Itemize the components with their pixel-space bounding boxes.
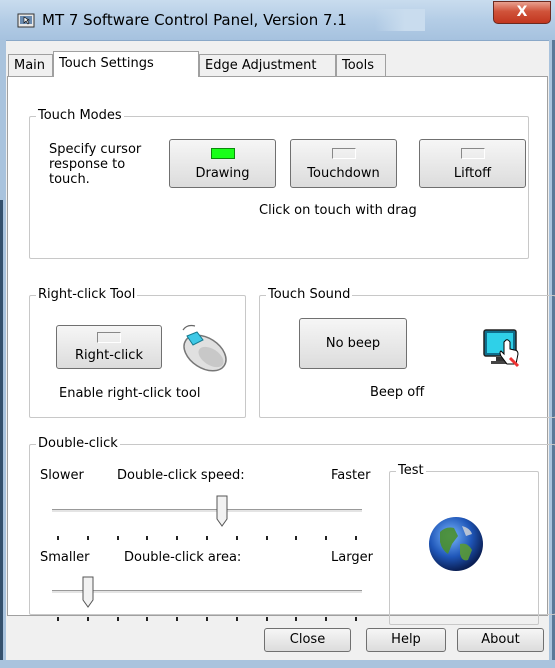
touch-mode-status: Click on touch with drag: [259, 203, 417, 218]
right-click-label: Right-click: [75, 348, 143, 363]
window-title: MT 7 Software Control Panel, Version 7.1: [42, 11, 347, 29]
slider-tick: [176, 536, 178, 540]
area-label: Double-click area:: [124, 550, 242, 565]
control-panel-window: MT 7 Software Control Panel, Version 7.1…: [0, 0, 555, 668]
touchdown-mode-button[interactable]: Touchdown: [290, 139, 397, 188]
test-group: Test: [389, 463, 539, 625]
slider-tick: [57, 617, 59, 621]
speed-min-label: Slower: [40, 468, 84, 483]
area-slider-ticks: [52, 617, 362, 621]
right-click-indicator: [97, 332, 121, 343]
about-button[interactable]: About: [457, 628, 544, 652]
slider-tick: [355, 617, 357, 621]
drawing-mode-button[interactable]: Drawing: [169, 139, 276, 188]
slider-tick: [117, 536, 119, 540]
right-click-status: Enable right-click tool: [59, 386, 201, 401]
right-click-tool-legend: Right-click Tool: [36, 287, 138, 302]
speed-slider-track[interactable]: [52, 509, 362, 513]
slider-tick: [146, 617, 148, 621]
area-min-label: Smaller: [40, 550, 90, 565]
tab-strip: Main Touch Settings Edge Adjustment Tool…: [6, 51, 549, 77]
slider-tick: [236, 617, 238, 621]
globe-icon[interactable]: [426, 514, 486, 574]
area-slider-track[interactable]: [52, 590, 362, 594]
touch-settings-panel: Touch Modes Specify cursor response to t…: [7, 76, 555, 625]
touchdown-label: Touchdown: [307, 166, 380, 181]
right-click-button[interactable]: Right-click: [56, 325, 162, 369]
speed-slider-ticks: [52, 536, 362, 540]
touch-modes-description: Specify cursor response to touch.: [49, 142, 142, 187]
no-beep-button[interactable]: No beep: [299, 318, 407, 369]
slider-tick: [236, 536, 238, 540]
touch-sound-status: Beep off: [370, 385, 425, 400]
window-frame-left-shadow: [0, 200, 3, 668]
speed-slider[interactable]: [52, 495, 362, 545]
client-area: Main Touch Settings Edge Adjustment Tool…: [6, 41, 555, 660]
slider-tick: [206, 536, 208, 540]
slider-tick: [87, 617, 89, 621]
double-click-group: Double-click Slower Double-click speed: …: [29, 436, 555, 625]
touch-sound-group: Touch Sound No beep Beep off: [259, 287, 555, 418]
slider-tick: [295, 536, 297, 540]
tab-edge-adjustment[interactable]: Edge Adjustment: [199, 54, 336, 76]
drawing-label: Drawing: [195, 166, 250, 181]
slider-tick: [176, 617, 178, 621]
window-close-button[interactable]: X: [493, 1, 551, 24]
title-fade: [375, 9, 425, 31]
drawing-indicator: [210, 148, 235, 159]
slider-tick: [266, 617, 268, 621]
title-bar[interactable]: MT 7 Software Control Panel, Version 7.1…: [0, 0, 555, 41]
liftoff-indicator: [460, 148, 485, 159]
slider-tick: [146, 536, 148, 540]
touch-sound-legend: Touch Sound: [266, 287, 353, 302]
touch-monitor-icon: [483, 329, 520, 368]
slider-tick: [87, 536, 89, 540]
area-slider[interactable]: [52, 576, 362, 622]
slider-tick: [325, 617, 327, 621]
slider-tick: [206, 617, 208, 621]
liftoff-mode-button[interactable]: Liftoff: [419, 139, 526, 188]
tab-tools[interactable]: Tools: [336, 54, 386, 76]
area-slider-thumb[interactable]: [82, 576, 94, 608]
slider-tick: [266, 536, 268, 540]
touchdown-indicator: [331, 148, 356, 159]
slider-tick: [295, 617, 297, 621]
double-click-legend: Double-click: [36, 436, 120, 451]
app-icon: [17, 13, 35, 28]
help-button[interactable]: Help: [366, 628, 446, 652]
touch-modes-legend: Touch Modes: [36, 108, 124, 123]
touch-modes-group: Touch Modes Specify cursor response to t…: [29, 108, 529, 259]
speed-max-label: Faster: [331, 468, 371, 483]
slider-tick: [355, 536, 357, 540]
slider-tick: [325, 536, 327, 540]
right-click-tool-group: Right-click Tool Right-click Enable righ…: [29, 287, 246, 418]
close-button[interactable]: Close: [264, 628, 351, 652]
area-max-label: Larger: [331, 550, 373, 565]
speed-label: Double-click speed:: [117, 468, 245, 483]
slider-tick: [57, 536, 59, 540]
mouse-icon: [182, 324, 227, 372]
speed-slider-thumb[interactable]: [216, 495, 228, 527]
tab-main[interactable]: Main: [8, 54, 53, 76]
window-frame-bottom: [0, 660, 555, 668]
liftoff-label: Liftoff: [453, 166, 492, 181]
tab-touch-settings[interactable]: Touch Settings: [53, 51, 199, 77]
slider-tick: [117, 617, 119, 621]
test-legend: Test: [396, 463, 426, 478]
